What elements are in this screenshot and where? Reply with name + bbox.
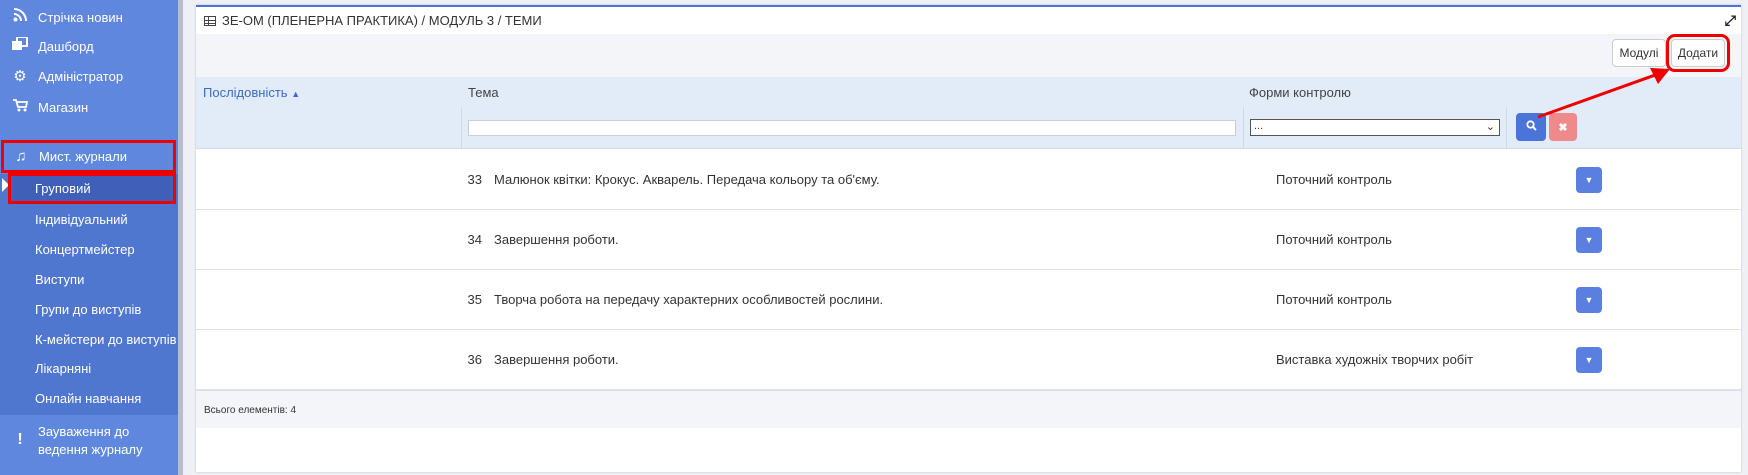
sidebar-subitem-label: Групи до виступів (35, 301, 142, 317)
row-topic: Завершення роботи. (494, 352, 619, 367)
row-topic: Завершення роботи. (494, 232, 619, 247)
row-actions-button[interactable]: ▼ (1576, 347, 1602, 373)
column-topic[interactable]: Тема (468, 85, 499, 100)
panel-title-text: ЗЕ-ОМ (ПЛЕНЕРНА ПРАКТИКА) / МОДУЛЬ 3 / Т… (222, 13, 542, 28)
add-button-label: Додати (1677, 46, 1719, 60)
sidebar-item-admin[interactable]: ⚙ Адміністратор (0, 59, 178, 93)
row-number: 36 (467, 352, 482, 367)
sidebar-subitem-group[interactable]: Груповий (8, 173, 176, 204)
toolbar: Модулі Додати (196, 34, 1741, 77)
dashboard-icon (10, 36, 30, 55)
row-control: Поточний контроль (1276, 232, 1392, 247)
row-actions-button[interactable]: ▼ (1576, 227, 1602, 253)
sidebar-subitem-label: Виступи (35, 271, 85, 287)
control-filter-value: ... (1254, 120, 1264, 132)
sidebar-subitem-label: Груповий (35, 181, 91, 196)
row-number: 33 (467, 172, 482, 187)
expand-icon[interactable]: ⤢ (1725, 12, 1736, 29)
topics-panel: ЗЕ-ОМ (ПЛЕНЕРНА ПРАКТИКА) / МОДУЛЬ 3 / Т… (196, 5, 1741, 472)
cart-icon (10, 98, 30, 116)
sidebar-subitem-perf-accompanists[interactable]: К-мейстери до виступів (0, 324, 178, 354)
column-divider (461, 107, 462, 149)
annotation-arrow (1537, 68, 1670, 119)
sidebar: Стрічка новин Дашборд ⚙ Адміністратор Ма… (0, 0, 183, 475)
sort-asc-icon: ▲ (291, 89, 301, 99)
sidebar-item-shop[interactable]: Магазин (0, 90, 178, 124)
column-divider (1243, 107, 1244, 149)
caret-down-icon: ▼ (1584, 175, 1594, 185)
sidebar-subitem-performances[interactable]: Виступи (0, 264, 178, 294)
column-control-label: Форми контролю (1249, 85, 1351, 100)
topic-filter-input[interactable] (468, 120, 1236, 136)
sidebar-scrollbar[interactable] (178, 0, 183, 475)
table-row[interactable]: 36 Завершення роботи. Виставка художніх … (196, 330, 1741, 390)
sidebar-item-label: Мист. журнали (39, 149, 128, 164)
sidebar-item-label: Зауваження до ведення журналу (38, 424, 143, 457)
row-actions-button[interactable]: ▼ (1576, 167, 1602, 193)
row-actions-button[interactable]: ▼ (1576, 287, 1602, 313)
caret-down-icon: ▼ (1584, 295, 1594, 305)
modules-button-label: Модулі (1619, 46, 1659, 60)
row-topic: Малюнок квітки: Крокус. Акварель. Переда… (494, 172, 880, 187)
column-sequence-label: Послідовність (203, 85, 288, 100)
sidebar-item-label: Дашборд (38, 38, 94, 54)
close-icon: ✖ (1558, 121, 1568, 134)
row-control: Поточний контроль (1276, 292, 1392, 307)
column-control[interactable]: Форми контролю (1249, 85, 1351, 100)
row-number: 34 (467, 232, 482, 247)
sidebar-item-label: Магазин (38, 99, 89, 115)
sidebar-item-label: Адміністратор (38, 68, 124, 84)
table-row[interactable]: 34 Завершення роботи. Поточний контроль … (196, 210, 1741, 270)
sidebar-item-label: Стрічка новин (38, 9, 123, 25)
sidebar-item-journal-notes[interactable]: ! Зауваження до ведення журналу (0, 417, 178, 475)
sidebar-subitem-label: Онлайн навчання (35, 390, 142, 406)
exclamation-icon: ! (17, 431, 23, 448)
column-topic-label: Тема (468, 85, 499, 100)
row-number: 35 (467, 292, 482, 307)
table-row[interactable]: 35 Творча робота на передачу характерних… (196, 270, 1741, 330)
table-header: Послідовність ▲ Тема Форми контролю (196, 77, 1741, 107)
panel-title: ЗЕ-ОМ (ПЛЕНЕРНА ПРАКТИКА) / МОДУЛЬ 3 / Т… (204, 13, 542, 28)
rss-icon (10, 8, 30, 26)
filter-row: ... ⌄ ✖ (196, 107, 1741, 149)
sidebar-subitem-perf-groups[interactable]: Групи до виступів (0, 294, 178, 324)
total-count: Всього елементів: 4 (204, 405, 297, 416)
sidebar-subitem-label: Індивідуальний (35, 211, 128, 227)
chevron-down-icon: ⌄ (1485, 121, 1495, 133)
column-sequence[interactable]: Послідовність ▲ (203, 85, 300, 100)
column-divider (1506, 107, 1507, 149)
row-control: Виставка художніх творчих робіт (1276, 352, 1474, 367)
sidebar-subitem-label: Концертмейстер (35, 241, 135, 257)
music-icon: ♫ (15, 148, 27, 165)
control-filter-select[interactable]: ... ⌄ (1250, 119, 1500, 136)
sidebar-item-dashboard[interactable]: Дашборд (0, 29, 178, 63)
table-row[interactable]: 33 Малюнок квітки: Крокус. Акварель. Пер… (196, 150, 1741, 210)
row-topic: Творча робота на передачу характерних ос… (494, 292, 884, 307)
sidebar-subitem-sick-leave[interactable]: Лікарняні (0, 353, 178, 383)
caret-down-icon: ▼ (1584, 355, 1594, 365)
row-control: Поточний контроль (1276, 172, 1392, 187)
table-footer: Всього елементів: 4 (196, 390, 1741, 428)
sidebar-item-art-journals[interactable]: ♫ Мист. журнали (1, 140, 176, 173)
sidebar-subitem-individual[interactable]: Індивідуальний (0, 204, 178, 234)
table-icon (204, 15, 216, 26)
caret-down-icon: ▼ (1584, 235, 1594, 245)
gear-icon: ⚙ (13, 68, 27, 85)
sidebar-subitem-online[interactable]: Онлайн навчання (0, 383, 178, 413)
search-icon (1525, 120, 1537, 134)
sidebar-subitem-accompanist[interactable]: Концертмейстер (0, 234, 178, 264)
sidebar-subitem-label: Лікарняні (35, 360, 92, 376)
sidebar-subitem-label: К-мейстери до виступів (35, 331, 177, 347)
